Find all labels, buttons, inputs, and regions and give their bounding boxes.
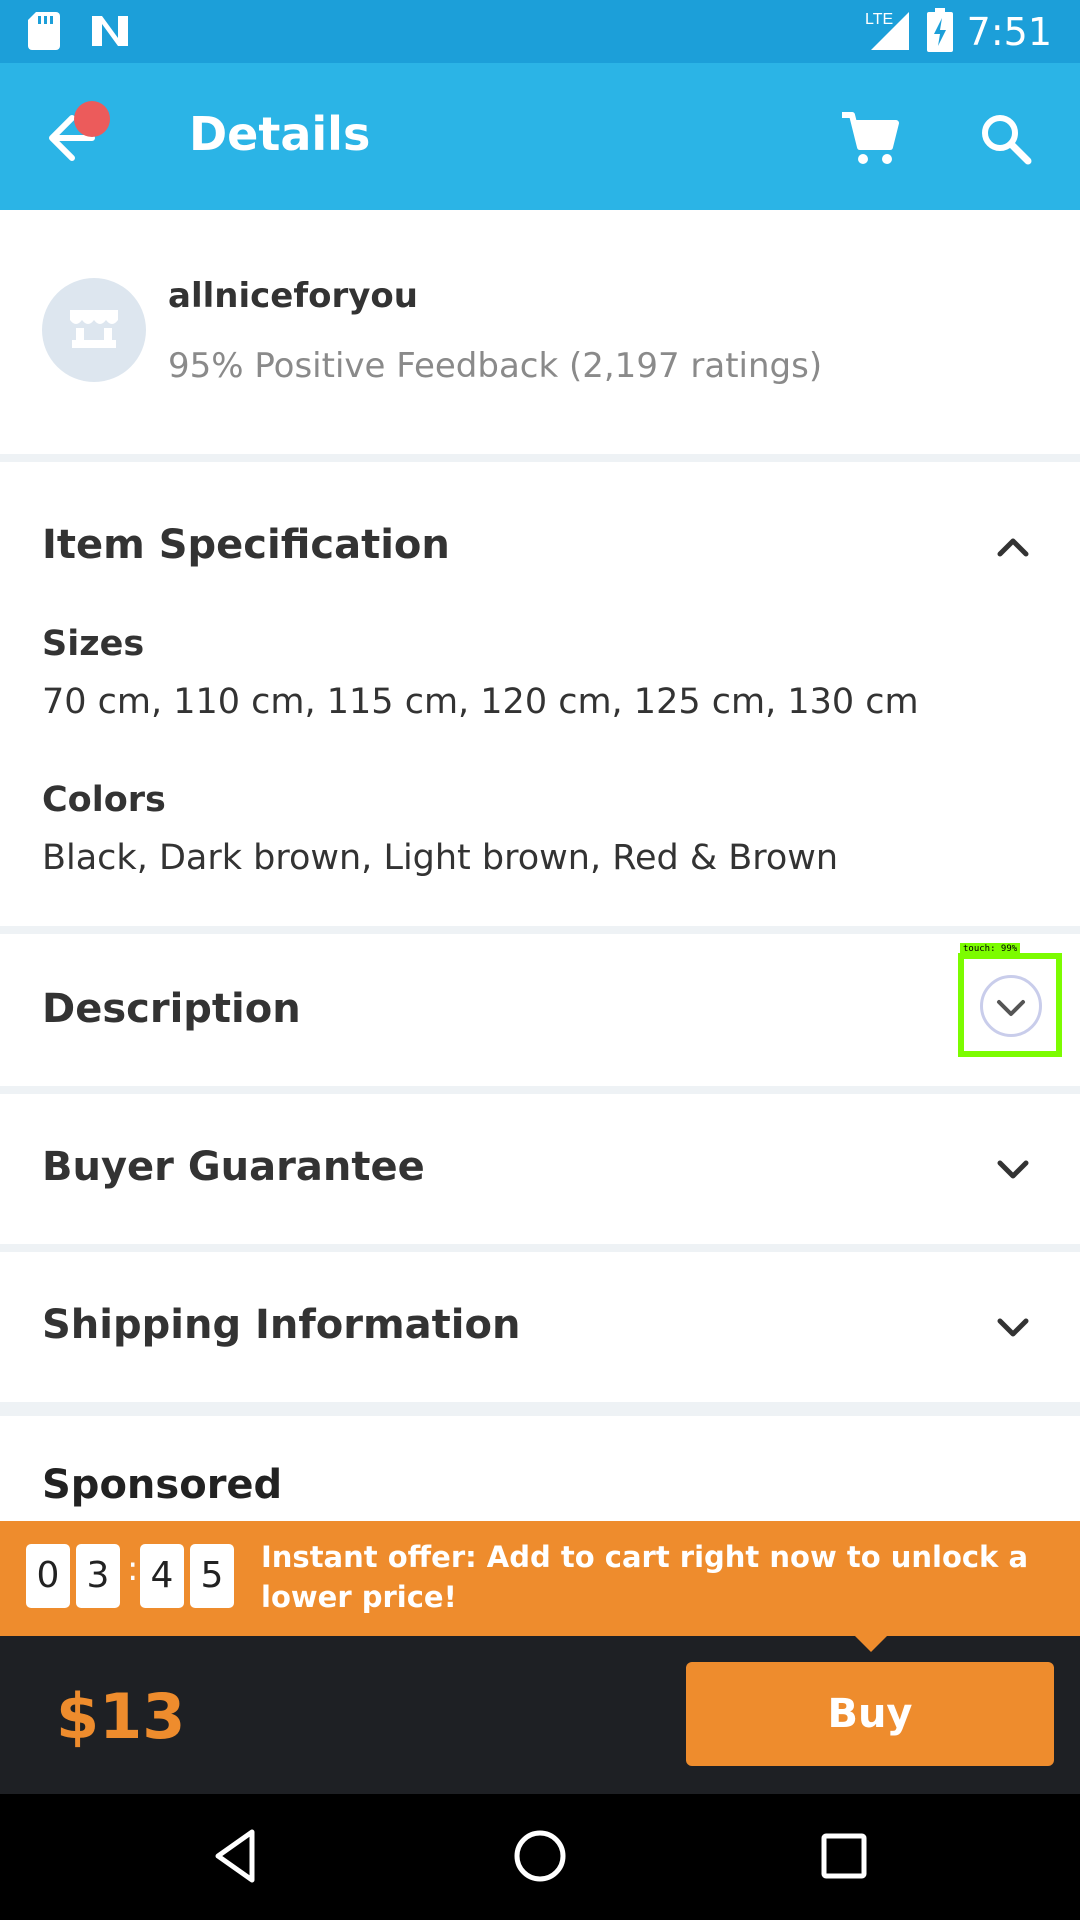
timer-digit: 5 [190,1544,234,1608]
seller-name: allniceforyou [168,276,418,316]
search-icon [976,115,1036,173]
touch-highlight [958,953,1062,1057]
shipping-information-section[interactable]: Shipping Information [0,1252,1080,1402]
cart-icon [840,112,900,173]
timer-digit: 0 [26,1544,70,1608]
timer-separator: : [127,1549,139,1589]
chevron-up-icon[interactable] [988,522,1038,572]
store-icon [42,310,146,386]
offer-text: Instant offer: Add to cart right now to … [261,1540,1029,1614]
notification-dot [74,101,110,137]
nav-home-button[interactable] [508,1824,572,1888]
home-circle-icon [508,1830,572,1892]
spec-label-colors: Colors [42,780,166,820]
divider [0,926,1080,934]
nav-back-button[interactable] [204,1824,268,1888]
lte-signal-icon: LTE [863,8,913,56]
offer-pointer [855,1636,887,1652]
seller-card[interactable]: allniceforyou 95% Positive Feedback (2,1… [0,210,1080,454]
network-label: LTE [865,11,893,28]
screen: LTE 7:51 Details allniceforyou 95% Posit… [0,0,1080,1920]
buyer-guarantee-title: Buyer Guarantee [42,1144,425,1190]
recents-square-icon [812,1833,876,1892]
details-content[interactable]: allniceforyou 95% Positive Feedback (2,1… [0,210,1080,1521]
search-button[interactable] [976,109,1036,169]
back-triangle-icon [204,1829,268,1892]
chevron-down-icon[interactable] [988,1144,1038,1194]
shipping-information-title: Shipping Information [42,1302,521,1348]
description-section[interactable]: Description [0,934,1080,1086]
touch-label: touch: 99% [960,943,1021,955]
offer-banner[interactable]: 0 3 : 4 5 Instant offer: Add to cart rig… [0,1521,1080,1636]
item-specification-title[interactable]: Item Specification [42,522,450,568]
cart-button[interactable] [840,109,900,169]
clock: 7:51 [966,10,1052,54]
spec-value-sizes: 70 cm, 110 cm, 115 cm, 120 cm, 125 cm, 1… [42,682,919,722]
spec-value-colors: Black, Dark brown, Light brown, Red & Br… [42,838,839,878]
spec-label-sizes: Sizes [42,624,145,664]
n-logo-icon [90,12,130,54]
buy-button[interactable]: Buy [686,1662,1054,1766]
seller-avatar [42,278,146,382]
app-bar: Details [0,63,1080,210]
divider [0,1086,1080,1094]
price: $13 [56,1680,186,1753]
chevron-down-icon[interactable] [988,1302,1038,1352]
timer-digit: 3 [76,1544,120,1608]
battery-charging-icon [926,8,953,56]
nav-recents-button[interactable] [812,1824,876,1888]
sponsored-title: Sponsored [42,1462,283,1508]
description-title: Description [42,986,301,1032]
back-arrow-icon [42,115,112,177]
status-bar: LTE 7:51 [0,0,1080,63]
seller-feedback: 95% Positive Feedback (2,197 ratings) [168,346,823,386]
buyer-guarantee-section[interactable]: Buyer Guarantee [0,1094,1080,1244]
divider [0,1402,1080,1416]
timer-digit: 4 [140,1544,184,1608]
divider [0,454,1080,462]
navigation-bar [0,1794,1080,1920]
divider [0,1244,1080,1252]
buy-bar: $13 Buy [0,1636,1080,1794]
sd-card-icon [28,12,60,54]
page-title: Details [189,107,371,161]
